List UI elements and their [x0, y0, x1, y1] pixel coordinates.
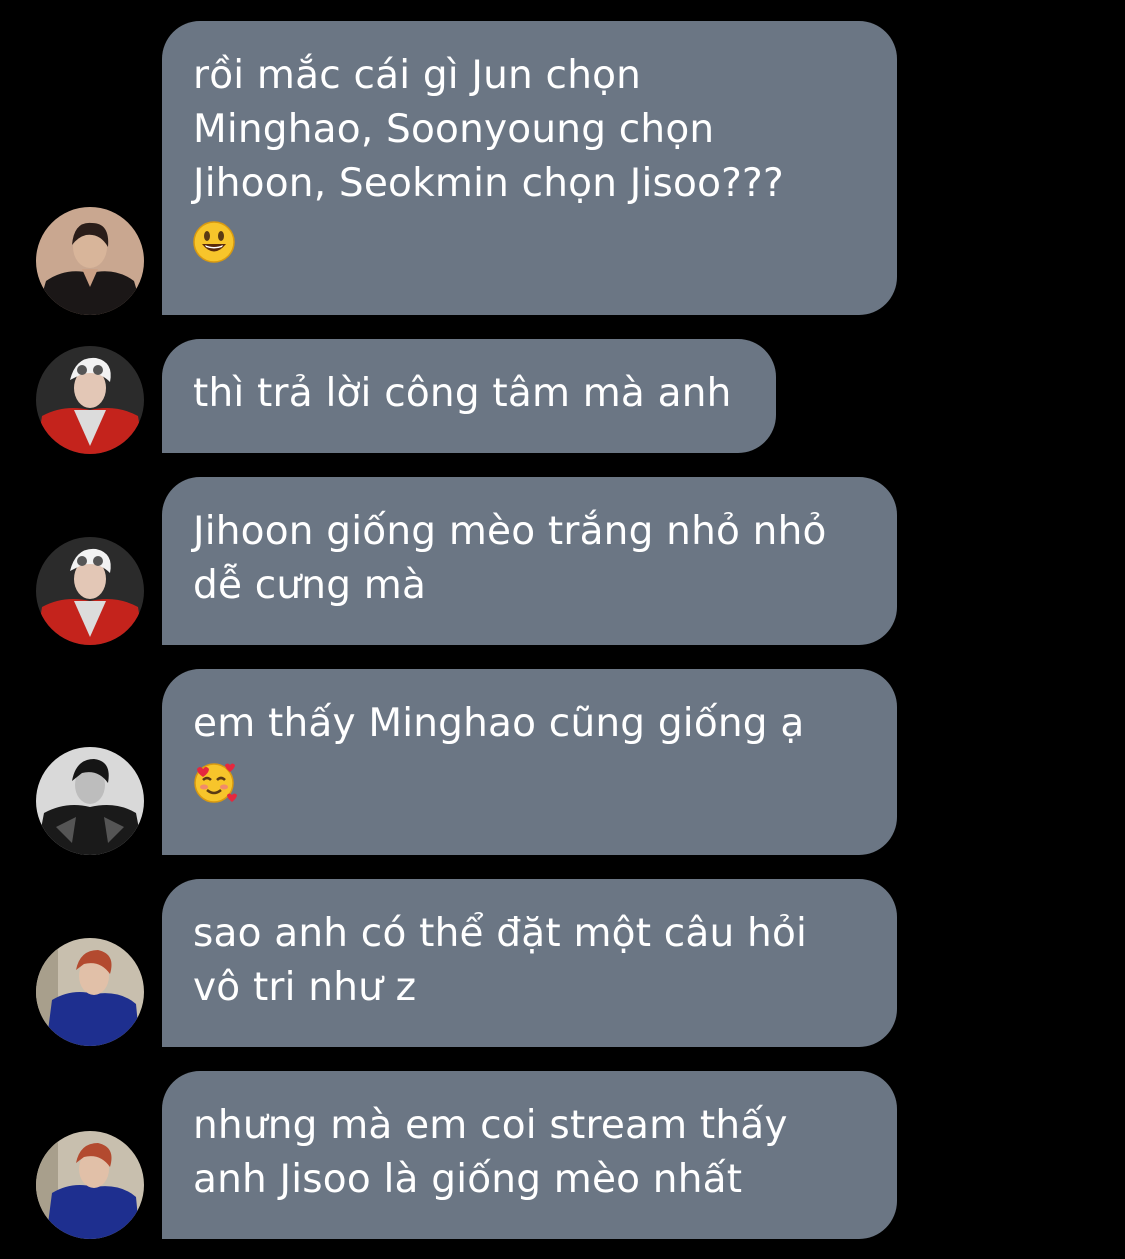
avatar-white-hair-red-jacket[interactable] [36, 537, 144, 645]
message-text-line: anh Jisoo là giống mèo nhất [193, 1157, 743, 1202]
chat-thread: rồi mắc cái gì Jun chọn Minghao, Soonyou… [0, 0, 1125, 1259]
message-text-line: thì trả lời công tâm mà anh [193, 371, 732, 416]
message-text-line: vô tri như z [193, 965, 417, 1010]
avatar-red-hair-blue-outfit[interactable] [36, 938, 144, 1046]
message-text-line: Jihoon, Seokmin chọn Jisoo??? [193, 161, 784, 206]
message-text-line: dễ cưng mà [193, 563, 427, 608]
message-bubble[interactable]: thì trả lời công tâm mà anh [162, 339, 776, 453]
message-text-line: sao anh có thể đặt một câu hỏi [193, 911, 808, 956]
message-bubble[interactable]: rồi mắc cái gì Jun chọn Minghao, Soonyou… [162, 21, 897, 315]
message-text-line: Jihoon giống mèo trắng nhỏ nhỏ [193, 509, 827, 554]
avatar-black-white-leather-jacket[interactable] [36, 747, 144, 855]
message-text-line: nhưng mà em coi stream thấy [193, 1103, 788, 1148]
message-text-line: em thấy Minghao cũng giống ạ [193, 701, 805, 746]
message-text-line: rồi mắc cái gì Jun chọn [193, 53, 642, 98]
message-text-line: Minghao, Soonyoung chọn [193, 107, 715, 152]
message-bubble[interactable]: sao anh có thể đặt một câu hỏi vô tri nh… [162, 879, 897, 1047]
message-bubble[interactable]: nhưng mà em coi stream thấy anh Jisoo là… [162, 1071, 897, 1239]
avatar-man-black-suit[interactable] [36, 207, 144, 315]
smiling-face-with-hearts-emoji [193, 761, 237, 818]
message-bubble[interactable]: Jihoon giống mèo trắng nhỏ nhỏ dễ cưng m… [162, 477, 897, 645]
message-bubble[interactable]: em thấy Minghao cũng giống ạ [162, 669, 897, 855]
avatar-white-hair-red-jacket[interactable] [36, 346, 144, 454]
smiley-face-emoji [193, 221, 235, 278]
avatar-red-hair-blue-outfit[interactable] [36, 1131, 144, 1239]
